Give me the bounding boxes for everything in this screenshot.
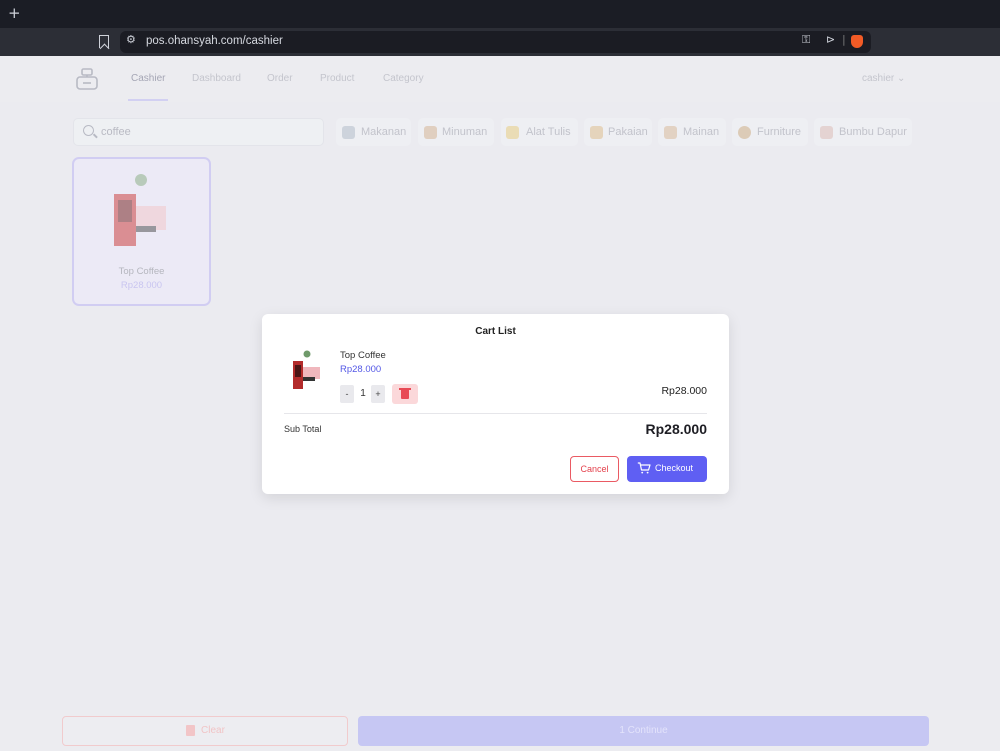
category-label: Pakaian — [608, 126, 648, 138]
remove-item-button[interactable] — [392, 384, 418, 404]
checkout-label: Checkout — [655, 463, 694, 473]
cart-item-thumbnail — [293, 350, 320, 389]
drink-icon — [424, 126, 437, 139]
qty-value: 1 — [360, 388, 366, 399]
search-value[interactable]: coffee — [101, 126, 131, 138]
subtotal-value: Rp28.000 — [645, 421, 707, 437]
site-settings-icon[interactable]: ⚙ — [126, 33, 136, 46]
qty-decrease-button[interactable]: - — [340, 385, 354, 403]
url-text[interactable]: pos.ohansyah.com/cashier — [146, 35, 283, 47]
product-price: Rp28.000 — [120, 280, 163, 291]
bookmark-icon[interactable] — [99, 35, 109, 48]
category-label: Minuman — [442, 126, 488, 138]
category-label: Mainan — [683, 126, 720, 138]
key-icon[interactable]: ⚿ — [802, 33, 810, 47]
furniture-icon — [738, 126, 751, 139]
nav-order[interactable]: Order — [267, 73, 293, 84]
nav-category[interactable]: Category — [383, 73, 424, 84]
category-label: Bumbu Dapur — [839, 126, 907, 138]
continue-label: 1 Continue — [619, 725, 668, 736]
toolbar-divider: | — [842, 33, 846, 46]
new-tab-button[interactable]: + — [8, 4, 21, 22]
cart-item-line-total: Rp28.000 — [661, 385, 707, 397]
active-nav-indicator — [128, 99, 168, 101]
cart-icon — [637, 462, 651, 474]
subtotal-label: Sub Total — [284, 424, 322, 434]
chevron-down-icon: ⌄ — [897, 73, 906, 84]
toy-icon — [664, 126, 677, 139]
browser-tab-bar: + — [0, 0, 1000, 28]
category-label: Makanan — [361, 126, 407, 138]
cart-item-name: Top Coffee — [340, 350, 386, 361]
cashier-register-icon[interactable] — [74, 66, 100, 92]
trash-icon — [186, 725, 195, 736]
cancel-button[interactable]: Cancel — [570, 456, 619, 482]
nav-dashboard[interactable]: Dashboard — [192, 73, 241, 84]
modal-divider — [284, 413, 707, 414]
trash-icon — [401, 390, 409, 399]
nav-cashier[interactable]: Cashier — [131, 73, 165, 84]
food-icon — [342, 126, 355, 139]
send-icon[interactable]: ⊳ — [826, 33, 835, 46]
user-name: cashier — [862, 73, 895, 84]
modal-title: Cart List — [475, 326, 516, 337]
clear-label: Clear — [201, 725, 225, 736]
stationery-icon — [506, 126, 519, 139]
spice-icon — [820, 126, 833, 139]
user-menu[interactable]: cashier ⌄ — [862, 73, 905, 84]
brave-shield-icon[interactable] — [851, 35, 863, 48]
search-icon — [83, 125, 94, 136]
category-label: Furniture — [757, 126, 802, 138]
product-name: Top Coffee — [118, 266, 165, 277]
nav-product[interactable]: Product — [320, 73, 354, 84]
category-label: Alat Tulis — [526, 126, 571, 138]
clothes-icon — [590, 126, 603, 139]
product-image-top-coffee — [114, 174, 166, 246]
cart-item-price: Rp28.000 — [340, 364, 382, 375]
qty-increase-button[interactable]: + — [371, 385, 385, 403]
